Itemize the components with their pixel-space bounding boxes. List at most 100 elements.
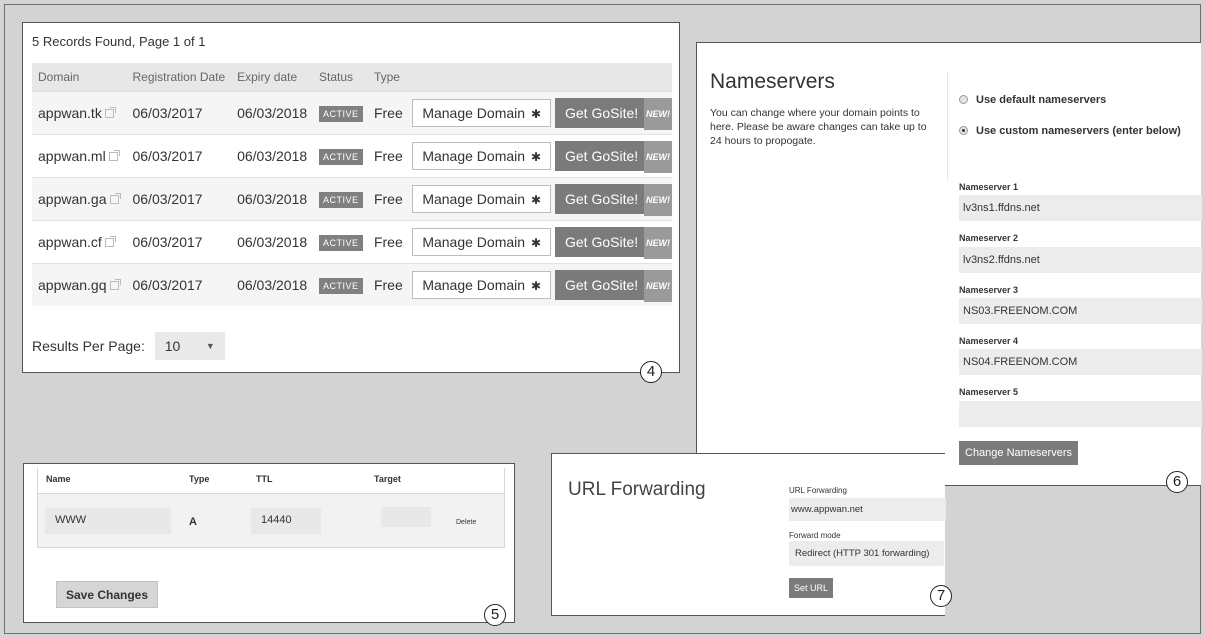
expiry-date-cell: 06/03/2018	[231, 90, 313, 134]
callout-7: 7	[930, 585, 952, 607]
actions-cell: Manage Domain ✱ Get GoSite! NEW!	[406, 262, 672, 306]
domain-name[interactable]: appwan.tk	[38, 105, 102, 121]
callout-5: 5	[484, 604, 506, 626]
expiry-date-cell: 06/03/2018	[231, 176, 313, 220]
status-badge: ACTIVE	[318, 191, 363, 208]
external-link-icon[interactable]	[109, 278, 121, 290]
new-badge: NEW!	[644, 97, 672, 130]
manage-domain-label: Manage Domain	[422, 190, 526, 207]
caret-down-icon: ▼	[205, 341, 215, 351]
registration-date-cell: 06/03/2017	[126, 219, 232, 263]
new-badge: NEW!	[644, 183, 672, 216]
domain-name[interactable]: appwan.ml	[38, 148, 106, 164]
dns-column-ttl: TTL	[256, 474, 273, 484]
dns-name-input[interactable]: WWW	[45, 508, 171, 534]
column-header-domain[interactable]: Domain	[32, 63, 127, 91]
callout-6: 6	[1166, 471, 1188, 493]
radio-default-label: Use default nameservers	[976, 94, 1107, 106]
external-link-icon[interactable]	[104, 106, 116, 118]
nameserver-4-label: Nameserver 4	[959, 336, 1019, 346]
column-header-expiry-date[interactable]: Expiry date	[231, 63, 313, 91]
delete-record-link[interactable]: Delete	[456, 519, 476, 526]
manage-domain-button[interactable]: Manage Domain ✱	[412, 270, 552, 299]
table-row: appwan.gq 06/03/2017 06/03/2018 ACTIVE Free M…	[32, 262, 672, 306]
nameserver-5-input[interactable]	[959, 401, 1202, 427]
manage-domain-button[interactable]: Manage Domain ✱	[412, 184, 552, 213]
forward-mode-label: Forward mode	[789, 531, 841, 540]
status-badge: ACTIVE	[318, 105, 363, 122]
results-per-page: Results Per Page: 10 ▼	[32, 332, 225, 360]
actions-cell: Manage Domain ✱ Get GoSite! NEW!	[406, 176, 672, 220]
get-gosite-button[interactable]: Get GoSite! NEW!	[555, 183, 672, 216]
domain-name[interactable]: appwan.ga	[38, 191, 107, 207]
actions-cell: Manage Domain ✱ Get GoSite! NEW!	[406, 133, 672, 177]
get-gosite-button[interactable]: Get GoSite! NEW!	[555, 269, 672, 302]
results-per-page-select[interactable]: 10 ▼	[154, 332, 225, 360]
external-link-icon[interactable]	[104, 235, 116, 247]
save-changes-button[interactable]: Save Changes	[56, 581, 158, 608]
manage-domain-label: Manage Domain	[422, 276, 526, 293]
status-cell: ACTIVE	[312, 133, 368, 177]
get-gosite-button[interactable]: Get GoSite! NEW!	[555, 97, 672, 130]
radio-default-nameservers[interactable]: Use default nameservers	[959, 94, 1106, 106]
status-badge: ACTIVE	[318, 277, 363, 294]
dns-target-input[interactable]	[381, 507, 431, 527]
radio-custom-label: Use custom nameservers (enter below)	[976, 125, 1181, 137]
nameserver-2-input[interactable]: lv3ns2.ffdns.net	[959, 247, 1202, 273]
manage-domain-label: Manage Domain	[422, 147, 526, 164]
domain-cell: appwan.cf	[32, 219, 127, 263]
get-gosite-button[interactable]: Get GoSite! NEW!	[555, 140, 672, 173]
expiry-date-cell: 06/03/2018	[231, 262, 313, 306]
radio-custom-nameservers[interactable]: Use custom nameservers (enter below)	[959, 125, 1181, 137]
status-badge: ACTIVE	[318, 234, 363, 251]
domain-cell: appwan.gq	[32, 262, 127, 306]
column-header-type[interactable]: Type	[367, 63, 407, 91]
manage-domain-button[interactable]: Manage Domain ✱	[412, 98, 552, 127]
external-link-icon[interactable]	[108, 149, 120, 161]
domain-name[interactable]: appwan.gq	[38, 277, 107, 293]
manage-domain-button[interactable]: Manage Domain ✱	[412, 141, 552, 170]
set-url-button[interactable]: Set URL	[789, 578, 834, 598]
nameservers-title: Nameservers	[710, 70, 835, 93]
status-cell: ACTIVE	[312, 262, 368, 306]
type-cell: Free	[367, 262, 407, 306]
gear-icon: ✱	[531, 192, 542, 207]
gear-icon: ✱	[531, 149, 542, 164]
nameserver-1-input[interactable]: lv3ns1.ffdns.net	[959, 195, 1202, 221]
dns-ttl-input[interactable]: 14440	[251, 508, 321, 534]
domains-table: Domain Registration Date Expiry date Sta…	[32, 63, 672, 306]
domain-name[interactable]: appwan.cf	[38, 234, 102, 250]
actions-cell: Manage Domain ✱ Get GoSite! NEW!	[406, 90, 672, 134]
url-forwarding-input[interactable]: www.appwan.net	[789, 498, 946, 521]
column-header-status[interactable]: Status	[312, 63, 368, 91]
table-row: appwan.tk 06/03/2017 06/03/2018 ACTIVE Free M…	[32, 90, 672, 134]
nameserver-3-input[interactable]: NS03.FREENOM.COM	[959, 298, 1202, 324]
nameservers-description: You can change where your domain points …	[710, 107, 927, 147]
url-forwarding-label: URL Forwarding	[789, 486, 847, 495]
manage-domain-button[interactable]: Manage Domain ✱	[412, 227, 552, 256]
external-link-icon[interactable]	[109, 192, 121, 204]
get-gosite-button[interactable]: Get GoSite! NEW!	[555, 226, 672, 259]
nameserver-4-input[interactable]: NS04.FREENOM.COM	[959, 349, 1202, 375]
dns-column-name: Name	[46, 474, 71, 484]
status-cell: ACTIVE	[312, 219, 368, 263]
divider	[947, 71, 948, 181]
change-nameservers-button[interactable]: Change Nameservers	[959, 441, 1078, 465]
nameservers-panel: Nameservers You can change where your do…	[696, 42, 1202, 486]
gear-icon: ✱	[531, 106, 542, 121]
get-gosite-label: Get GoSite!	[565, 233, 639, 250]
nameserver-5-label: Nameserver 5	[959, 387, 1019, 397]
registration-date-cell: 06/03/2017	[126, 176, 232, 220]
column-header-registration-date[interactable]: Registration Date	[126, 63, 232, 91]
callout-4: 4	[640, 361, 662, 383]
actions-cell: Manage Domain ✱ Get GoSite! NEW!	[406, 219, 672, 263]
status-cell: ACTIVE	[312, 176, 368, 220]
registration-date-cell: 06/03/2017	[126, 262, 232, 306]
registration-date-cell: 06/03/2017	[126, 90, 232, 134]
manage-domain-label: Manage Domain	[422, 233, 526, 250]
forward-mode-select[interactable]: Redirect (HTTP 301 forwarding)	[789, 541, 944, 566]
type-cell: Free	[367, 176, 407, 220]
new-badge: NEW!	[644, 140, 672, 173]
registration-date-cell: 06/03/2017	[126, 133, 232, 177]
gear-icon: ✱	[531, 278, 542, 293]
